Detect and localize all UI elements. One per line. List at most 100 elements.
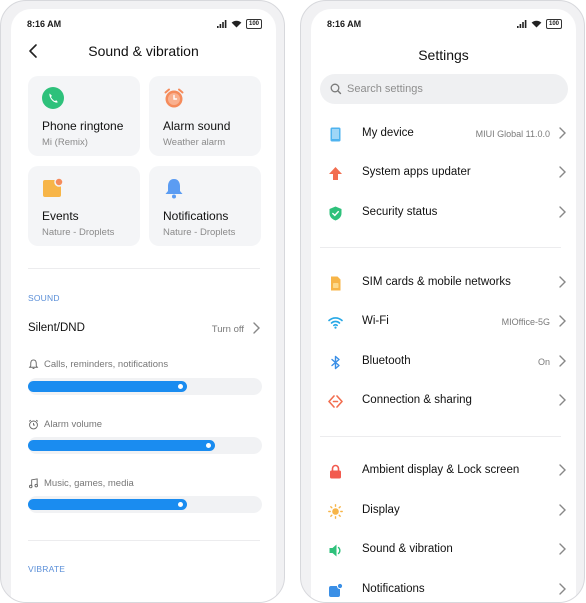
share-icon (328, 395, 343, 408)
calls-volume-label: Calls, reminders, notifications (28, 359, 168, 370)
chevron-right-icon (557, 126, 567, 140)
chevron-right-icon (557, 354, 567, 368)
chevron-right-icon (557, 503, 567, 517)
settings-item-notifications[interactable]: Notifications (311, 572, 576, 602)
sim-card-icon (331, 276, 341, 291)
page-title: Settings (418, 47, 469, 63)
settings-item-sim-cards[interactable]: SIM cards & mobile networks (311, 265, 576, 301)
alarm-outline-icon (28, 419, 39, 430)
settings-item-bluetooth[interactable]: Bluetooth On (311, 344, 576, 380)
right-phone-frame: 8:16 AM 100 Settings My device MIUI Glob… (300, 0, 585, 603)
phone-icon (42, 87, 64, 109)
volume-fill (28, 440, 216, 451)
settings-screen: 8:16 AM 100 Settings My device MIUI Glob… (311, 9, 576, 602)
tile-notifications[interactable]: Notifications Nature - Droplets (149, 166, 261, 246)
settings-item-connection-sharing[interactable]: Connection & sharing (311, 383, 576, 419)
settings-item-label: Wi-Fi (362, 315, 389, 327)
sound-vibration-screen: 8:16 AM 100 Sound & vibration Phone ring… (11, 9, 276, 602)
status-time: 8:16 AM (27, 19, 62, 29)
wifi-status-icon (231, 20, 242, 28)
slider-knob[interactable] (178, 502, 184, 507)
settings-item-label: My device (362, 127, 414, 139)
divider (28, 268, 260, 269)
signal-icon (216, 20, 227, 28)
chevron-right-icon (557, 165, 567, 179)
chevron-right-icon (557, 582, 567, 596)
divider (320, 436, 561, 437)
divider (320, 247, 561, 248)
tile-title: Phone ringtone (42, 119, 124, 133)
chevron-right-icon (251, 321, 261, 335)
settings-item-label: SIM cards & mobile networks (362, 276, 511, 288)
tile-subtitle: Nature - Droplets (163, 227, 236, 238)
silent-dnd-value: Turn off (211, 324, 244, 335)
volume-label-text: Music, games, media (44, 478, 134, 489)
device-icon (330, 127, 341, 142)
settings-item-value: On (537, 357, 550, 367)
tile-subtitle: Weather alarm (163, 137, 226, 148)
lock-icon (330, 464, 341, 479)
settings-item-display[interactable]: Display (311, 493, 576, 529)
bell-icon (163, 177, 185, 199)
status-time: 8:16 AM (327, 19, 362, 29)
alarm-volume-label: Alarm volume (28, 419, 102, 430)
chevron-right-icon (557, 463, 567, 477)
bluetooth-icon (331, 355, 340, 370)
settings-item-value: MIOffice-5G (501, 317, 550, 327)
volume-label-text: Alarm volume (44, 419, 103, 430)
tile-subtitle: Nature - Droplets (42, 227, 115, 238)
settings-item-label: Ambient display & Lock screen (362, 464, 520, 476)
sun-icon (328, 504, 343, 519)
volume-label-text: Calls, reminders, notifications (44, 359, 169, 370)
settings-item-ambient-display[interactable]: Ambient display & Lock screen (311, 453, 576, 489)
search-icon (330, 83, 342, 95)
event-icon (42, 177, 64, 199)
chevron-right-icon (557, 542, 567, 556)
status-bar: 8:16 AM 100 (11, 9, 276, 39)
settings-item-label: Display (362, 504, 400, 516)
speaker-icon (329, 544, 341, 557)
settings-item-security-status[interactable]: Security status (311, 195, 576, 231)
settings-item-label: Security status (362, 206, 438, 218)
tile-events[interactable]: Events Nature - Droplets (28, 166, 140, 246)
tile-subtitle: Mi (Remix) (42, 137, 88, 148)
notifications-icon (329, 583, 343, 597)
arrow-up-icon (329, 167, 342, 180)
shield-check-icon (329, 206, 342, 221)
chevron-right-icon (557, 393, 567, 407)
slider-knob[interactable] (178, 384, 184, 389)
tile-alarm-sound[interactable]: Alarm sound Weather alarm (149, 76, 261, 156)
slider-knob[interactable] (206, 443, 212, 448)
settings-item-wifi[interactable]: Wi-Fi MIOffice-5G (311, 304, 576, 340)
settings-item-sound-vibration[interactable]: Sound & vibration (311, 532, 576, 568)
search-bar[interactable] (320, 74, 568, 104)
settings-item-my-device[interactable]: My device MIUI Global 11.0.0 (311, 116, 576, 152)
battery-icon: 100 (245, 19, 262, 29)
settings-item-label: Notifications (362, 583, 425, 595)
settings-item-label: Connection & sharing (362, 394, 472, 406)
left-phone-frame: 8:16 AM 100 Sound & vibration Phone ring… (0, 0, 285, 603)
settings-item-label: Sound & vibration (362, 543, 453, 555)
chevron-right-icon (557, 275, 567, 289)
media-volume-slider[interactable] (28, 496, 262, 513)
calls-volume-slider[interactable] (28, 378, 262, 395)
settings-item-label: Bluetooth (362, 355, 411, 367)
search-input[interactable] (347, 81, 547, 97)
chevron-right-icon (557, 314, 567, 328)
tile-title: Notifications (163, 209, 229, 223)
tile-phone-ringtone[interactable]: Phone ringtone Mi (Remix) (28, 76, 140, 156)
settings-item-system-apps-updater[interactable]: System apps updater (311, 155, 576, 191)
wifi-icon (328, 317, 343, 329)
wifi-status-icon (531, 20, 542, 28)
chevron-right-icon (557, 205, 567, 219)
media-volume-label: Music, games, media (28, 478, 134, 489)
alarm-volume-slider[interactable] (28, 437, 262, 454)
bell-outline-icon (28, 359, 39, 369)
signal-icon (516, 20, 527, 28)
divider (28, 540, 260, 541)
status-bar: 8:16 AM 100 (311, 9, 576, 39)
section-sound-header: SOUND (28, 293, 60, 303)
tile-title: Events (42, 209, 79, 223)
top-bar: Sound & vibration (11, 39, 276, 65)
volume-fill (28, 381, 188, 392)
